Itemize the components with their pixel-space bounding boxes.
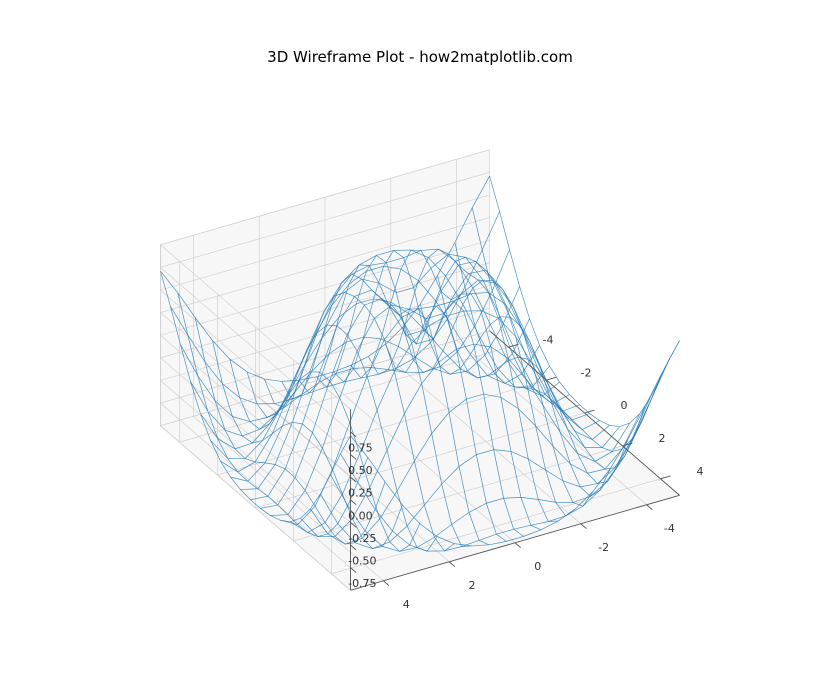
- z-tick-label: -0.25: [348, 532, 376, 545]
- figure: 3D Wireframe Plot - how2matplotlib.com -…: [0, 0, 840, 700]
- x-tick-label: -4: [543, 333, 554, 346]
- wireframe-svg: -4 -2 0 2 4 -4 -2 0 2 4 -0.75 -0.50 -0.25 0.00 0.25 0.5…: [90, 90, 750, 650]
- z-tick-label: -0.75: [348, 577, 376, 590]
- z-tick-label: -0.50: [348, 555, 376, 568]
- y-tick-label: -2: [598, 541, 609, 554]
- plot-area[interactable]: -4 -2 0 2 4 -4 -2 0 2 4 -0.75 -0.50 -0.25 0.00 0.25 0.5…: [90, 90, 750, 650]
- chart-title: 3D Wireframe Plot - how2matplotlib.com: [0, 48, 840, 66]
- x-tick-label: 4: [697, 465, 704, 478]
- z-tick-label: 0.00: [348, 509, 373, 522]
- x-tick-label: -2: [581, 366, 592, 379]
- x-tick-label: 2: [659, 432, 666, 445]
- y-tick-label: 2: [469, 579, 476, 592]
- z-tick-label: 0.75: [348, 442, 373, 455]
- z-tick-label: 0.50: [348, 464, 373, 477]
- z-tick-label: 0.25: [348, 487, 373, 500]
- y-tick-label: -4: [664, 522, 675, 535]
- y-tick-label: 4: [403, 598, 410, 611]
- x-tick-label: 0: [621, 399, 628, 412]
- y-tick-label: 0: [534, 560, 541, 573]
